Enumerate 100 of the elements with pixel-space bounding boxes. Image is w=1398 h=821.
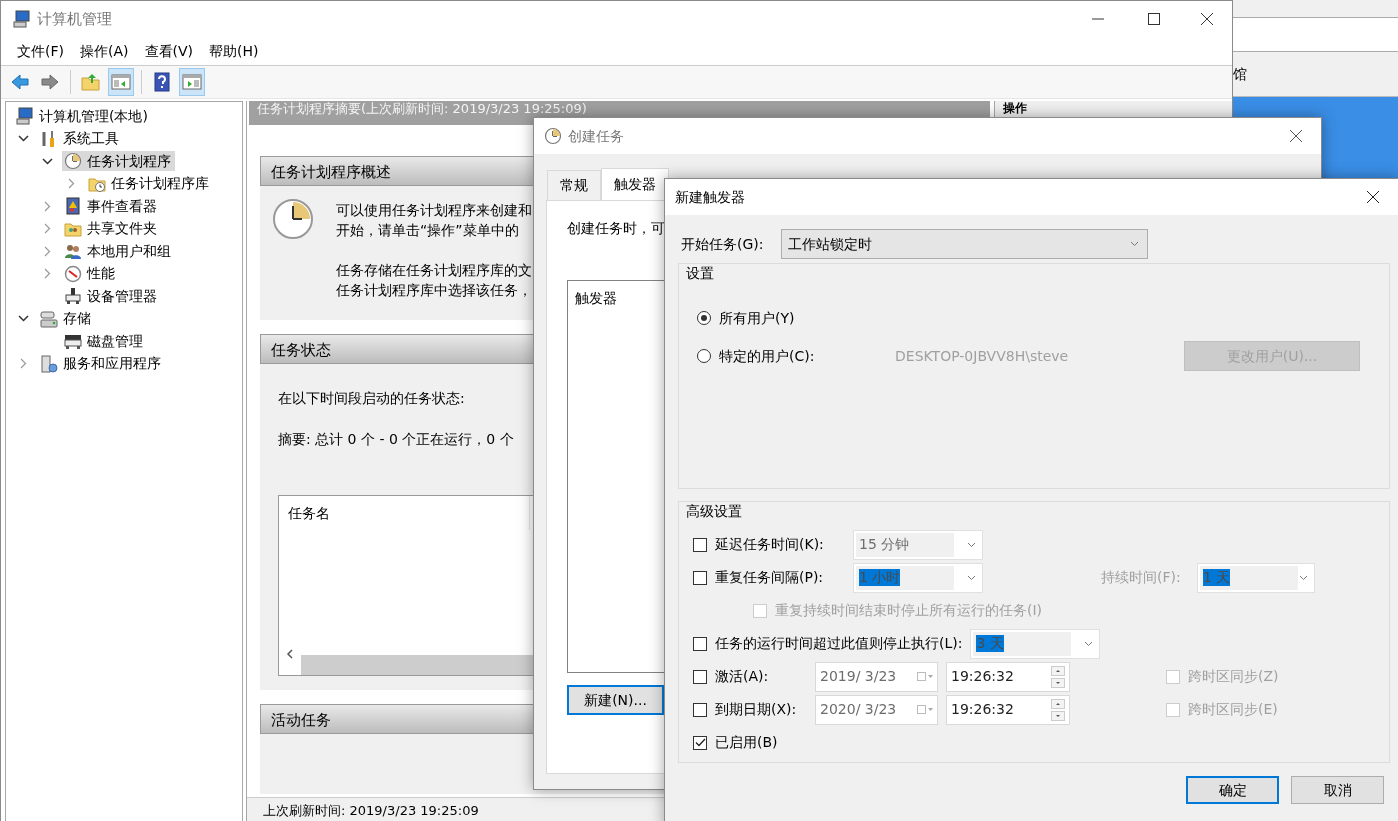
date-field[interactable]: 2020/ 3/23 (815, 694, 938, 725)
close-icon[interactable] (1289, 129, 1303, 143)
menu-item[interactable]: 查看(V) (136, 40, 201, 62)
tree-item[interactable]: 磁盘管理 (62, 331, 147, 352)
tab[interactable]: 触发器 (601, 168, 669, 200)
radio-button[interactable] (697, 311, 711, 325)
cancel-button[interactable]: 取消 (1291, 776, 1384, 804)
tree-item-label: 任务计划程序库 (111, 175, 209, 193)
server-icon (40, 354, 58, 373)
spin-down-icon[interactable] (1051, 710, 1065, 721)
dropdown-caret-icon (1299, 574, 1308, 581)
checkbox[interactable] (693, 669, 707, 684)
radio-label[interactable]: 特定的用户(C): (719, 347, 887, 365)
spin-up-icon[interactable] (1051, 698, 1065, 709)
menu-item[interactable]: 文件(F) (9, 40, 72, 62)
checkbox[interactable] (693, 570, 707, 585)
clock-icon (64, 152, 82, 171)
tree-item-label: 设备管理器 (87, 287, 157, 305)
dropdown-value: 1 小时 (859, 569, 901, 586)
scroll-left-icon[interactable] (286, 649, 294, 659)
column-header[interactable]: 任务名 (279, 496, 530, 530)
collapsed-caret-icon[interactable] (18, 358, 29, 370)
checkbox-label[interactable]: 激活(A): (715, 668, 807, 685)
radio-button[interactable] (697, 349, 711, 363)
checkbox-label[interactable]: 重复任务间隔(P): (715, 569, 845, 586)
tree-item[interactable]: 系统工具 (38, 128, 123, 149)
checkbox[interactable] (693, 702, 707, 717)
dialog-title: 新建触发器 (674, 188, 746, 206)
address-bar[interactable] (1233, 18, 1398, 52)
dropdown[interactable]: 15 分钟 (853, 529, 983, 560)
tree-item-label: 事件查看器 (87, 197, 157, 215)
user-name: DESKTOP-0JBVV8H\steve (895, 347, 1070, 365)
new-button[interactable]: 新建(N)... (567, 685, 664, 715)
menu-item[interactable]: 操作(A) (72, 40, 137, 62)
tree-item[interactable]: 服务和应用程序 (38, 353, 165, 374)
tab[interactable]: 常规 (547, 170, 601, 200)
checkbox-label[interactable]: 到期日期(X): (715, 701, 807, 718)
device-icon (64, 287, 82, 306)
expanded-caret-icon[interactable] (42, 155, 53, 167)
radio-label[interactable]: 所有用户(Y) (719, 309, 795, 327)
close-icon[interactable] (1200, 12, 1214, 26)
tree-item-label: 磁盘管理 (87, 332, 143, 350)
time-field[interactable]: 19:26:32 (946, 661, 1070, 692)
tree-item[interactable]: 任务计划程序库 (86, 173, 213, 194)
computer-icon (16, 107, 34, 126)
log-icon (64, 197, 82, 216)
tree-item-label: 任务计划程序 (87, 152, 171, 170)
spin-up-icon[interactable] (1051, 665, 1065, 676)
spin-down-icon[interactable] (1051, 677, 1065, 688)
dropdown-value: 15 分钟 (859, 536, 910, 553)
checkbox-label[interactable]: 已启用(B) (715, 734, 778, 751)
dropdown-value: 1 天 (1203, 569, 1231, 586)
tree-item[interactable]: 共享文件夹 (62, 218, 161, 239)
tree-item-label: 系统工具 (63, 130, 119, 148)
checkbox-label[interactable]: 延迟任务时间(K): (715, 536, 845, 553)
description-text: 任务存储在任务计划程序库的文 (336, 261, 532, 280)
checkbox[interactable] (693, 537, 707, 552)
tab-label: 馆 (1233, 65, 1247, 83)
expanded-caret-icon[interactable] (18, 133, 29, 145)
calendar-icon[interactable] (917, 671, 933, 682)
tree-item[interactable]: 任务计划程序 (62, 151, 175, 172)
time-field[interactable]: 19:26:32 (946, 694, 1070, 725)
checkbox-label[interactable]: 任务的运行时间超过此值则停止执行(L): (715, 635, 963, 652)
tree-item[interactable]: 事件查看器 (62, 196, 161, 217)
dropdown-caret-icon (1130, 241, 1139, 247)
tree-item[interactable]: 本地用户和组 (62, 241, 175, 262)
field-label: 持续时间(F): (1101, 569, 1182, 586)
checkbox[interactable] (693, 636, 707, 651)
tree-item-label: 本地用户和组 (87, 242, 171, 260)
menu-item[interactable]: 帮助(H) (201, 40, 267, 62)
ok-button[interactable]: 确定 (1186, 776, 1279, 804)
start-task-dropdown[interactable]: 工作站锁定时 (781, 229, 1148, 259)
column-header[interactable]: 触发器 (575, 290, 617, 306)
close-icon[interactable] (1366, 190, 1380, 204)
dialog-title: 创建任务 (568, 127, 625, 145)
checkbox[interactable] (693, 735, 707, 750)
collapsed-caret-icon[interactable] (42, 223, 53, 235)
tree-item[interactable]: 设备管理器 (62, 286, 161, 307)
storage-icon (40, 309, 58, 328)
users-icon (64, 242, 82, 261)
intro-text: 创建任务时，可 (567, 219, 666, 238)
tree-item[interactable]: 性能 (62, 263, 119, 284)
disk-icon (64, 332, 82, 351)
dropdown-caret-icon (1084, 640, 1094, 647)
tree-item[interactable]: 存储 (38, 308, 95, 329)
description-text: 任务计划程序库中选择该任务， (336, 281, 532, 300)
date-field[interactable]: 2019/ 3/23 (815, 661, 938, 692)
expanded-caret-icon[interactable] (18, 313, 29, 325)
computer-icon (13, 10, 31, 28)
collapsed-caret-icon[interactable] (66, 178, 77, 190)
maximize-icon[interactable] (1148, 13, 1160, 25)
status-text: 在以下时间段启动的任务状态: (278, 389, 466, 408)
tree-item[interactable]: 计算机管理(本地) (14, 106, 152, 127)
collapsed-caret-icon[interactable] (42, 245, 53, 257)
collapsed-caret-icon[interactable] (42, 200, 53, 212)
status-text: 摘要: 总计 0 个 - 0 个正在运行，0 个 (278, 430, 515, 449)
tree-item-label: 共享文件夹 (87, 220, 157, 238)
calendar-icon[interactable] (917, 704, 933, 715)
tree-item-label: 存储 (63, 310, 91, 328)
collapsed-caret-icon[interactable] (42, 268, 53, 280)
